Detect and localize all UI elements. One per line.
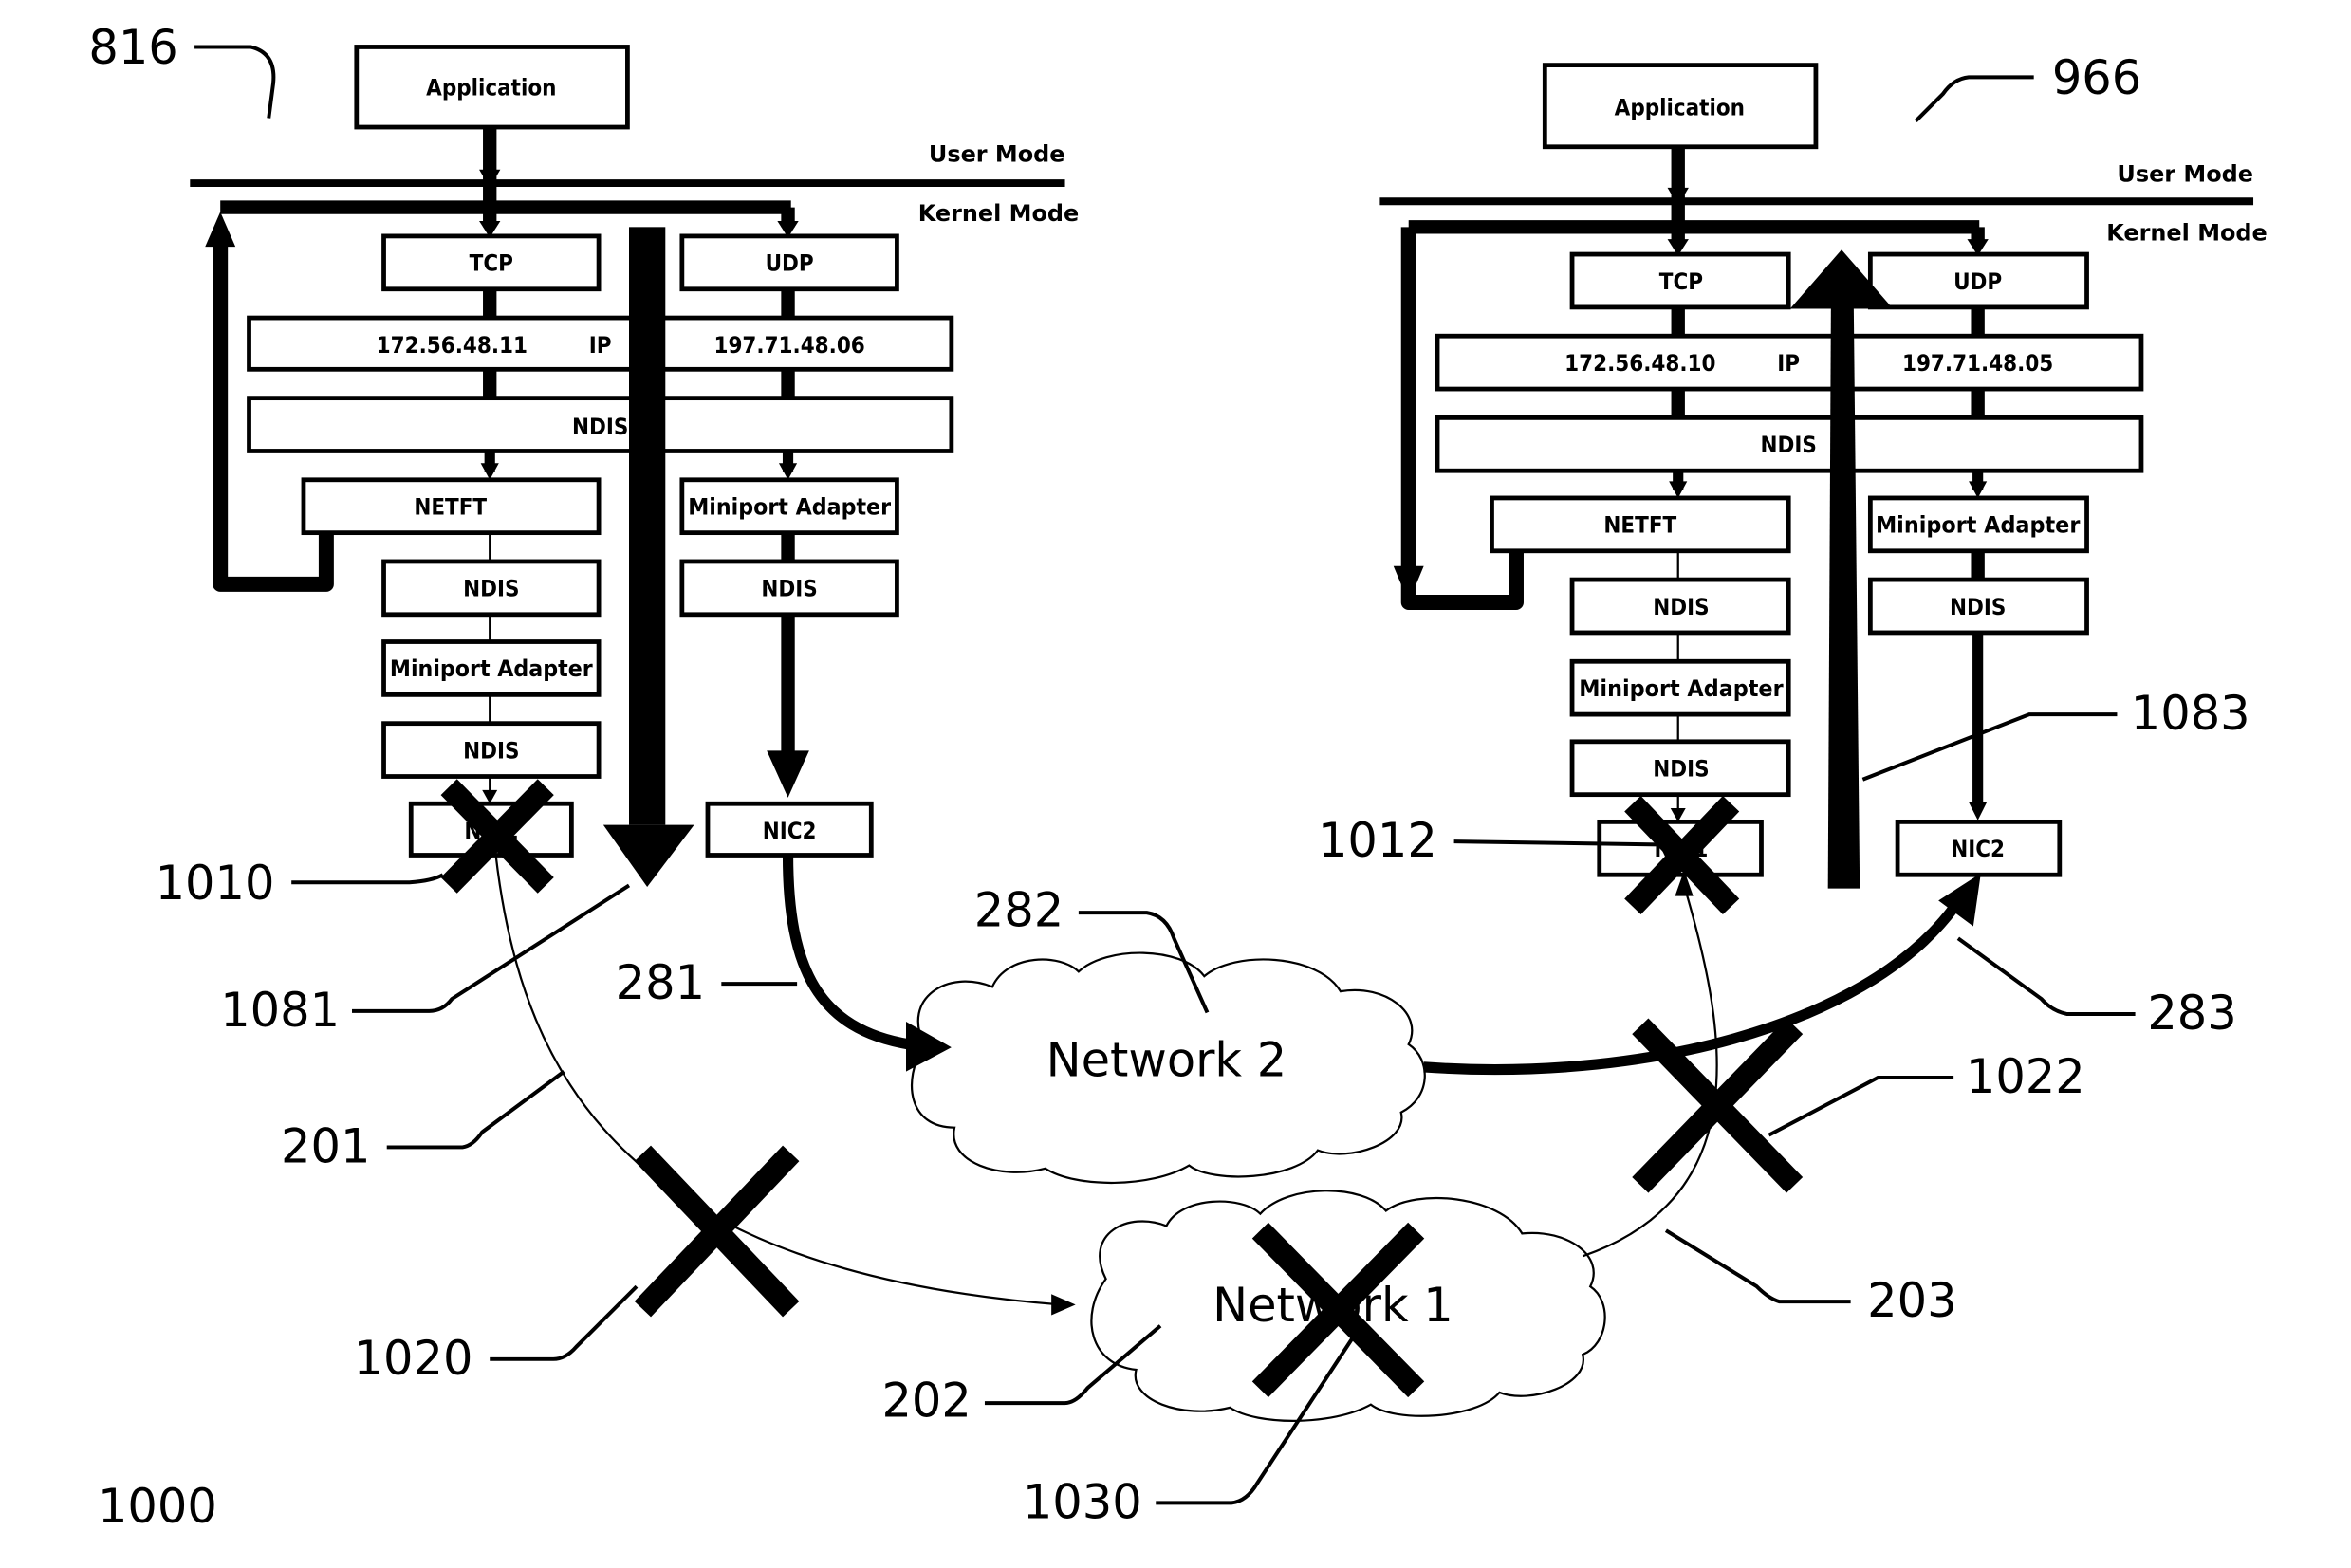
ref-label-281: 281	[616, 955, 705, 1010]
leader-1010	[291, 873, 444, 885]
right-ndis-2-label: NDIS	[1653, 756, 1709, 783]
ref-label-282: 282	[974, 882, 1064, 937]
left-ip-address-1: 172.56.48.11	[377, 332, 528, 359]
right-netft-arrowhead	[1669, 481, 1688, 498]
left-tcp-label: TCP	[470, 250, 513, 277]
leader-1083	[1861, 712, 2118, 782]
leader-283	[1956, 936, 2136, 1017]
left-application-label: Application	[426, 75, 556, 101]
left-loopback-arrowhead	[205, 212, 236, 248]
leader-1020	[490, 1284, 639, 1361]
right-tcp-label: TCP	[1659, 268, 1703, 295]
left-ndis-main-label: NDIS	[572, 414, 628, 440]
left-miniport-arrowhead	[778, 463, 798, 480]
left-netft-arrowhead	[480, 463, 499, 480]
ref-label-816: 816	[88, 20, 177, 75]
left-kernel-mode-label: Kernel Mode	[918, 200, 1080, 227]
left-ip-label: IP	[589, 332, 612, 359]
right-ndis-1-label: NDIS	[1653, 594, 1709, 620]
ref-label-1081: 1081	[220, 983, 340, 1038]
left-ip-address-2: 197.71.48.06	[713, 332, 864, 359]
ref-label-1020: 1020	[354, 1331, 473, 1386]
ref-label-1010: 1010	[156, 856, 275, 911]
right-netft-label: NETFT	[1603, 512, 1676, 539]
right-ip-address-2: 197.71.48.05	[1902, 350, 2053, 377]
leader-966	[1914, 75, 2034, 123]
left-outbound-arrowhead	[602, 824, 694, 887]
right-application-label: Application	[1615, 94, 1745, 120]
left-ndis-2-label: NDIS	[463, 737, 519, 764]
left-udp-label: UDP	[766, 250, 814, 277]
right-miniport-left-label: Miniport Adapter	[1579, 675, 1784, 702]
right-host-stack: 966 Application User Mode Kernel Mode TC…	[1379, 50, 2268, 915]
right-user-mode-label: User Mode	[2117, 160, 2253, 187]
ref-label-201: 201	[281, 1118, 370, 1173]
ref-label-1012: 1012	[1318, 813, 1437, 868]
path-281-nic2-to-network2	[782, 855, 911, 1050]
right-ip-label: IP	[1777, 350, 1800, 377]
ref-label-283: 283	[2147, 986, 2236, 1041]
left-ndis-1-label: NDIS	[463, 576, 519, 602]
right-ip-address-1: 172.56.48.10	[1564, 350, 1715, 377]
ref-label-1022: 1022	[1966, 1049, 2085, 1104]
left-outbound-arrow-shaft	[629, 227, 666, 825]
leader-203	[1664, 1228, 1851, 1304]
left-nic2-label: NIC2	[763, 818, 817, 844]
right-ndis-right-label: NDIS	[1950, 594, 2006, 620]
ref-label-1083: 1083	[2131, 686, 2250, 741]
left-nic2-arrowhead	[767, 750, 809, 798]
left-ndis-right-label: NDIS	[761, 576, 817, 602]
ref-label-966: 966	[2052, 50, 2141, 105]
ref-label-1030: 1030	[1023, 1474, 1142, 1529]
left-user-mode-label: User Mode	[929, 141, 1065, 168]
right-udp-label: UDP	[1953, 268, 2002, 295]
left-netft-label: NETFT	[414, 493, 487, 520]
network-failover-diagram: 816 Application User Mode Kernel Mode TC…	[88, 20, 2268, 1534]
ref-label-203: 203	[1867, 1273, 1956, 1328]
left-miniport-left-label: Miniport Adapter	[390, 655, 593, 682]
left-host-stack: 816 Application User Mode Kernel Mode TC…	[88, 20, 1080, 894]
ref-label-202: 202	[881, 1373, 971, 1428]
leader-1022	[1768, 1076, 1954, 1137]
right-nic2-arrowhead	[1969, 802, 1988, 821]
right-miniport-arrowhead	[1969, 481, 1988, 498]
leader-201	[386, 1070, 565, 1150]
path-202-arrowhead	[1051, 1294, 1076, 1316]
right-ndis-main-label: NDIS	[1761, 432, 1817, 458]
right-miniport-right-label: Miniport Adapter	[1876, 512, 2081, 539]
network-2-cloud-group: Network 2	[911, 951, 1426, 1185]
leader-1081	[352, 883, 631, 1013]
path-283-network2-to-nic2	[1423, 904, 1958, 1076]
left-miniport-right-label: Miniport Adapter	[688, 493, 891, 520]
figure-number-label: 1000	[98, 1479, 217, 1534]
network-2-label: Network 2	[1046, 1032, 1287, 1087]
right-nic2-label: NIC2	[1951, 836, 2005, 862]
leader-816	[194, 45, 276, 119]
right-kernel-mode-label: Kernel Mode	[2106, 220, 2268, 247]
